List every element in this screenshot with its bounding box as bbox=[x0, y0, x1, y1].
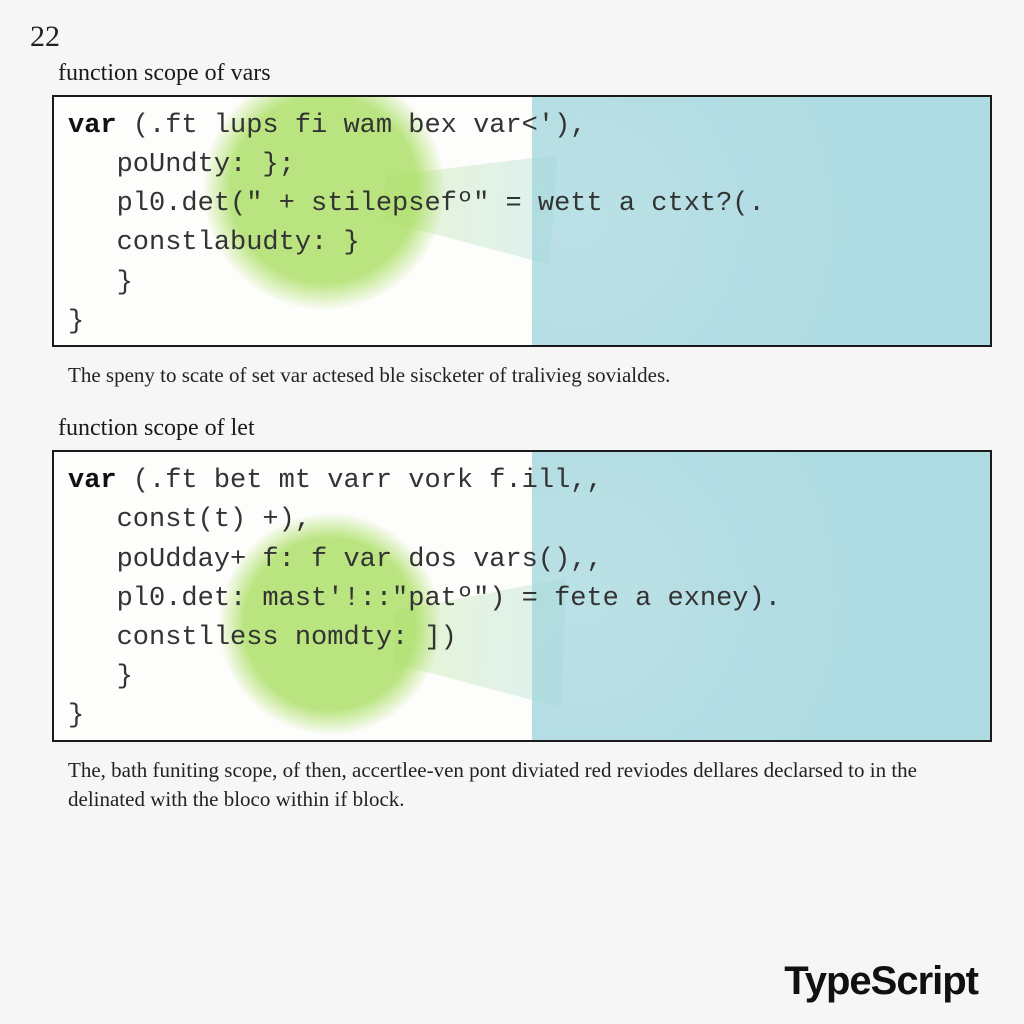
code-block-let: var (.ft bet mt varr vork f.ill,, const(… bbox=[52, 450, 992, 742]
slide-page: 22 function scope of vars var (.ft lups … bbox=[0, 0, 1024, 1024]
code-block-let-wrap: var (.ft bet mt varr vork f.ill,, const(… bbox=[52, 450, 992, 742]
code-block-vars: var (.ft lups fi wam bex var<'), poUndty… bbox=[52, 95, 992, 347]
brand-text-light: Script bbox=[871, 959, 978, 1003]
caption-let: The, bath funiting scope, of then, accer… bbox=[68, 756, 964, 813]
brand-text-bold: Type bbox=[784, 959, 870, 1003]
section-title-vars: function scope of vars bbox=[58, 60, 994, 87]
code-block-vars-wrap: var (.ft lups fi wam bex var<'), poUndty… bbox=[52, 95, 992, 347]
caption-vars: The speny to scate of set var actesed bl… bbox=[68, 361, 964, 389]
brand-logo: TypeScript bbox=[784, 959, 978, 1004]
section-title-let: function scope of let bbox=[58, 415, 994, 442]
code-text-let: var (.ft bet mt varr vork f.ill,, const(… bbox=[54, 452, 990, 742]
page-number: 22 bbox=[30, 20, 994, 54]
code-text-vars: var (.ft lups fi wam bex var<'), poUndty… bbox=[54, 97, 990, 347]
